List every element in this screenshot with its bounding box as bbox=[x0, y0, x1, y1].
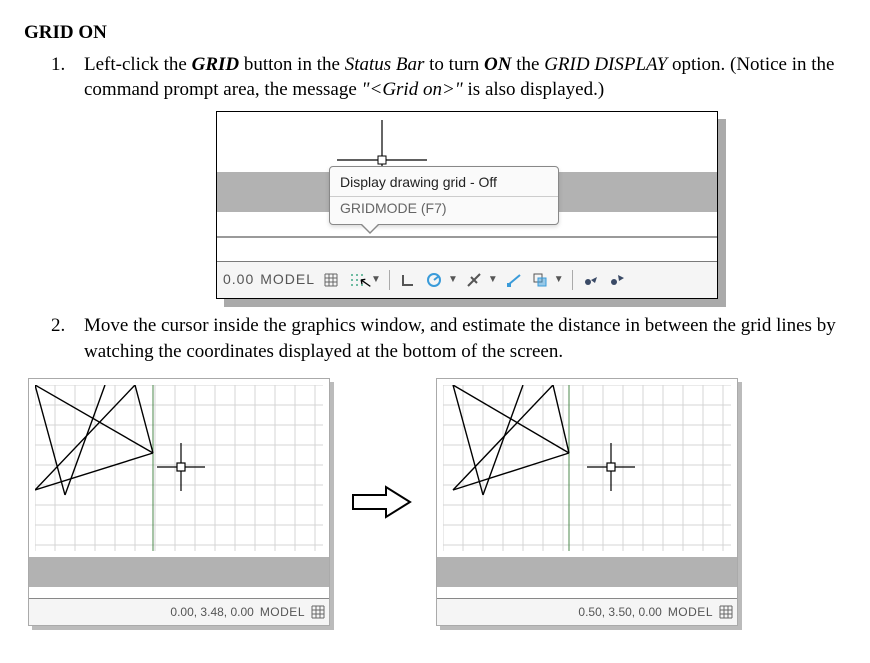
grid-canvas bbox=[443, 385, 731, 551]
section-heading: GRID ON bbox=[24, 20, 846, 46]
snap-icon[interactable] bbox=[464, 270, 484, 290]
figure-after: 0.50, 3.50, 0.00 MODEL bbox=[436, 378, 738, 626]
step1-text: Left-click the GRID button in the Status… bbox=[84, 54, 834, 101]
step-list: Left-click the GRID button in the Status… bbox=[70, 52, 846, 365]
step2-text: Move the cursor inside the graphics wind… bbox=[84, 315, 836, 362]
mini-status-bar: 0.00, 3.48, 0.00 MODEL bbox=[29, 598, 329, 625]
arrow-right-icon bbox=[348, 482, 418, 522]
model-label[interactable]: MODEL bbox=[668, 604, 713, 620]
tooltip: Display drawing grid - Off GRIDMODE (F7) bbox=[329, 166, 559, 225]
crosshair-cursor bbox=[327, 120, 547, 170]
annotation-icon[interactable] bbox=[607, 270, 627, 290]
selection-icon[interactable] bbox=[581, 270, 601, 290]
dropdown-icon[interactable]: ▼ bbox=[554, 273, 564, 287]
coord-readout: 0.50, 3.50, 0.00 bbox=[578, 604, 661, 620]
figure-1: Display drawing grid - Off GRIDMODE (F7)… bbox=[216, 111, 718, 299]
figure-row: 0.00, 3.48, 0.00 MODEL bbox=[28, 378, 846, 626]
mini-status-bar: 0.50, 3.50, 0.00 MODEL bbox=[437, 598, 737, 625]
lineweight-icon[interactable] bbox=[504, 270, 524, 290]
transparency-icon[interactable] bbox=[530, 270, 550, 290]
divider bbox=[217, 236, 717, 238]
model-label[interactable]: MODEL bbox=[260, 270, 315, 289]
tooltip-title: Display drawing grid - Off bbox=[330, 167, 558, 196]
step-2: Move the cursor inside the graphics wind… bbox=[70, 313, 846, 364]
status-bar: 0.00 MODEL ↖ ▼ bbox=[217, 261, 717, 298]
coord-readout: 0.00, 3.48, 0.00 bbox=[170, 604, 253, 620]
grid-icon[interactable] bbox=[719, 605, 733, 619]
grid-icon[interactable] bbox=[321, 270, 341, 290]
figure-before: 0.00, 3.48, 0.00 MODEL bbox=[28, 378, 330, 626]
ortho-icon[interactable] bbox=[398, 270, 418, 290]
model-label[interactable]: MODEL bbox=[260, 604, 305, 620]
step-1: Left-click the GRID button in the Status… bbox=[70, 52, 846, 299]
dropdown-icon[interactable]: ▼ bbox=[448, 273, 458, 287]
polar-icon[interactable] bbox=[424, 270, 444, 290]
tooltip-subtitle: GRIDMODE (F7) bbox=[330, 196, 558, 224]
coord-readout: 0.00 bbox=[223, 270, 254, 289]
grid-icon[interactable] bbox=[311, 605, 325, 619]
dropdown-icon[interactable]: ▼ bbox=[488, 273, 498, 287]
grid-canvas bbox=[35, 385, 323, 551]
